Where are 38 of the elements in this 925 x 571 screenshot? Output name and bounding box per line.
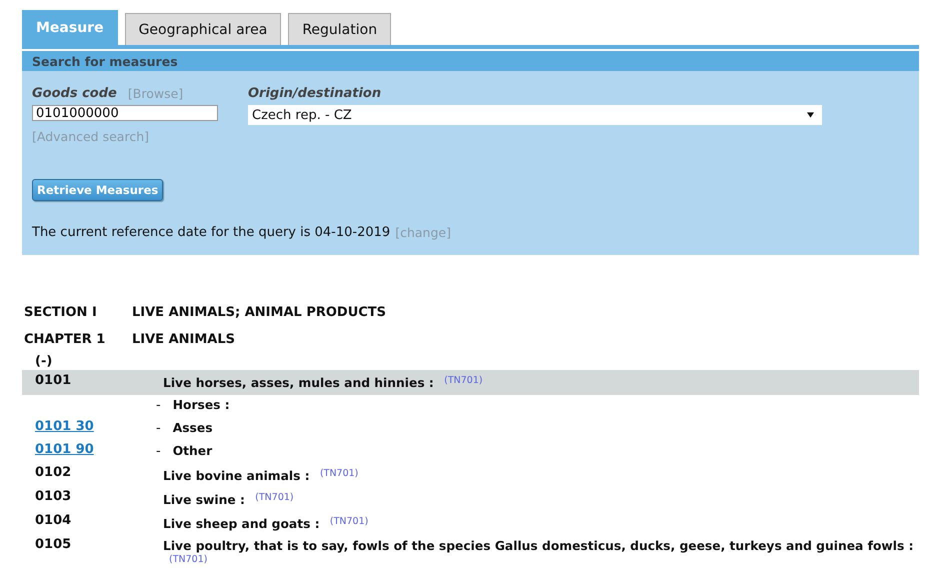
field-label: Origin/destination (248, 86, 382, 100)
goods-code-field[interactable]: 0101000000 (32, 105, 218, 121)
dropdown-caret-icon (807, 112, 814, 118)
code-link[interactable]: 0101 30 (35, 419, 94, 434)
description: Live sheep and goats : $^{(TN701)}$ (163, 515, 368, 531)
description: Asses (172, 421, 213, 436)
dash-mark: - (156, 421, 161, 436)
dash-mark: - (156, 398, 161, 413)
collapse-toggle[interactable]: (-) (22, 354, 919, 368)
code-text: 0102 (35, 465, 72, 480)
code-text: 0104 (35, 513, 72, 528)
heading-code: SECTION I (23, 305, 98, 322)
heading-title: LIVE ANIMALS; ANIMAL PRODUCTS (132, 305, 386, 322)
tab[interactable]: Geographical area (124, 13, 282, 45)
reference-date-text: The current reference date for the query is 04-10-2019 (32, 225, 390, 242)
description: Live swine : $^{(TN701)}$ (163, 491, 294, 507)
description: Live bovine animals : $^{(TN701)}$ (163, 467, 358, 483)
description: Live horses, asses, mules and hinnies : $^{(TN701)}$ (163, 374, 483, 390)
dash-mark: - (156, 444, 161, 459)
tab[interactable]: Regulation (288, 13, 392, 45)
description: Horses : (172, 398, 230, 413)
code-text: 0105 (35, 537, 72, 552)
retrieve-button[interactable]: Retrieve Measures (32, 179, 164, 201)
heading-title: LIVE ANIMALS (132, 332, 236, 349)
code-link[interactable]: 0101 90 (35, 442, 94, 457)
origin-dropdown[interactable]: Czech rep. - CZ (248, 105, 822, 125)
code-text: 0101 (35, 373, 72, 388)
tab[interactable]: Measure (22, 10, 118, 45)
panel-title: Search for measures (22, 51, 919, 71)
description: Other (172, 444, 212, 459)
note-link[interactable]: (TN701) (444, 375, 483, 386)
note-link[interactable]: (TN701) (169, 554, 208, 565)
heading-code: CHAPTER 1 (23, 332, 106, 349)
field-label: Goods code (32, 86, 117, 100)
note-link[interactable]: (TN701) (320, 468, 358, 479)
note-link[interactable]: (TN701) (330, 516, 368, 527)
code-text: 0103 (35, 489, 72, 504)
note-link[interactable]: (TN701) (255, 492, 294, 503)
